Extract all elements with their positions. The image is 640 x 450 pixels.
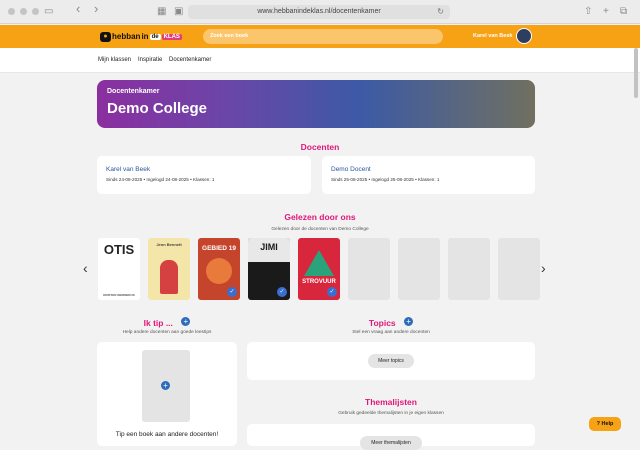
avatar[interactable] [516, 28, 532, 44]
address-bar[interactable]: www.hebbanindeklas.nl/docentenkamer ↻ [188, 5, 450, 19]
logo-text-klas: KLAS [161, 33, 182, 40]
book-title: JIMI [260, 242, 278, 252]
sidebar-toggle-icon[interactable]: ▭ [44, 5, 53, 19]
book-placeholder [498, 238, 540, 300]
window-controls[interactable] [8, 8, 39, 15]
topics-header: Topics + [247, 313, 535, 331]
iktip-subheading: Help andere docenten aan goede leestips [122, 330, 212, 335]
themalijsten-subheading: Gebruik gedeelde themalijsten in je eige… [338, 411, 444, 416]
teacher-name[interactable]: Karel van Beek [106, 166, 150, 173]
topics-card: Meer topics [247, 342, 535, 380]
tip-card-text: Tip een boek aan andere docenten! [115, 431, 219, 438]
nav-item-docentenkamer[interactable]: Docentenkamer [169, 57, 211, 63]
add-tip-icon[interactable]: + [181, 317, 191, 327]
forward-icon[interactable]: › [94, 2, 98, 16]
logo-text: hebban [112, 32, 141, 41]
logo-text-in: in [141, 32, 149, 41]
book-title: OTIS [103, 242, 135, 257]
close-window-dot[interactable] [8, 8, 15, 15]
book-title: STROVUUR [302, 279, 336, 285]
teacher-card[interactable]: Demo Docent Sinds 25-08-2025 • Ingelogd … [322, 156, 535, 194]
user-name[interactable]: Karel van Beek [473, 29, 512, 44]
nav-item-inspiratie[interactable]: Inspiratie [138, 57, 162, 63]
book-author: KRISTEN WERNERUS [103, 293, 135, 297]
search-input[interactable]: Zoek een boek [203, 29, 443, 44]
share-icon[interactable]: ⇧ [584, 5, 592, 19]
help-button[interactable]: ? Help [589, 417, 621, 431]
book-cover[interactable]: STROVUUR ✓ [298, 238, 340, 300]
page-scrollbar[interactable] [634, 48, 638, 98]
teacher-meta: Sinds 25-08-2025 • Ingelogd 25-08-2025 •… [331, 177, 440, 182]
tab-overview-icon[interactable]: ⧉ [620, 5, 627, 19]
book-cover[interactable]: Jenn Bennett [148, 238, 190, 300]
teacher-meta: Sinds 24-08-2025 • Ingelogd 24-08-2025 •… [106, 177, 215, 182]
hero-banner: Docentenkamer Demo College [97, 80, 535, 128]
gelezen-heading: Gelezen door ons [284, 212, 356, 222]
page-title: Demo College [107, 100, 208, 117]
gelezen-subheading: Gelezen door de docenten van Demo Colleg… [271, 227, 369, 232]
book-title: Jenn Bennett [156, 242, 182, 247]
hero-kicker: Docentenkamer [107, 88, 160, 95]
read-check-icon: ✓ [327, 287, 337, 297]
add-book-icon[interactable]: + [161, 381, 170, 390]
tip-card[interactable]: + Tip een boek aan andere docenten! [97, 342, 237, 446]
topics-heading: Topics [368, 318, 396, 328]
themalijsten-card: Meer themalijsten [247, 424, 535, 450]
browser-toolbar: ▭ ‹ › ▦ ▣ www.hebbanindeklas.nl/docenten… [0, 0, 640, 24]
book-carousel: OTIS KRISTEN WERNERUS Jenn Bennett GEBIE… [98, 238, 540, 300]
book-cover-art [206, 258, 232, 284]
book-cover-art [160, 260, 178, 294]
iktip-heading: Ik tip ... [143, 318, 173, 328]
book-placeholder [448, 238, 490, 300]
more-themalijsten-button[interactable]: Meer themalijsten [360, 436, 422, 450]
book-cover[interactable]: JIMI ✓ [248, 238, 290, 300]
minimize-window-dot[interactable] [20, 8, 27, 15]
themalijsten-heading: Themalijsten [365, 397, 417, 407]
new-tab-icon[interactable]: + [603, 5, 609, 19]
book-cover[interactable]: GEBIED 19 ✓ [198, 238, 240, 300]
book-cover-art [304, 250, 334, 276]
book-title: GEBIED 19 [202, 245, 236, 252]
iktip-header: Ik tip ... + [97, 313, 237, 331]
book-placeholder [348, 238, 390, 300]
carousel-next-icon[interactable]: › [541, 260, 546, 276]
reload-icon[interactable]: ↻ [437, 5, 444, 19]
read-check-icon: ✓ [227, 287, 237, 297]
back-icon[interactable]: ‹ [76, 2, 80, 16]
logo-text-de: de [149, 33, 161, 40]
nav-item-mijn-klassen[interactable]: Mijn klassen [98, 57, 131, 63]
read-check-icon: ✓ [277, 287, 287, 297]
tip-book-placeholder[interactable]: + [142, 350, 190, 422]
sub-navigation: Mijn klassen Inspiratie Docentenkamer [0, 48, 640, 73]
add-topic-icon[interactable]: + [404, 317, 414, 327]
grid-icon[interactable]: ▦ [157, 5, 166, 19]
teacher-card[interactable]: Karel van Beek Sinds 24-08-2025 • Ingelo… [97, 156, 311, 194]
teacher-name[interactable]: Demo Docent [331, 166, 371, 173]
zoom-window-dot[interactable] [32, 8, 39, 15]
carousel-prev-icon[interactable]: ‹ [83, 260, 88, 276]
topics-subheading: Stel een vraag aan andere docenten [352, 330, 430, 335]
site-logo[interactable]: ● hebban in de KLAS [100, 30, 182, 43]
book-cover[interactable]: OTIS KRISTEN WERNERUS [98, 238, 140, 300]
more-topics-button[interactable]: Meer topics [368, 354, 414, 368]
url-text: www.hebbanindeklas.nl/docentenkamer [257, 8, 381, 15]
reader-icon[interactable]: ▣ [174, 5, 183, 19]
book-placeholder [398, 238, 440, 300]
logo-bubble-icon: ● [100, 31, 111, 42]
docenten-heading: Docenten [300, 142, 340, 152]
